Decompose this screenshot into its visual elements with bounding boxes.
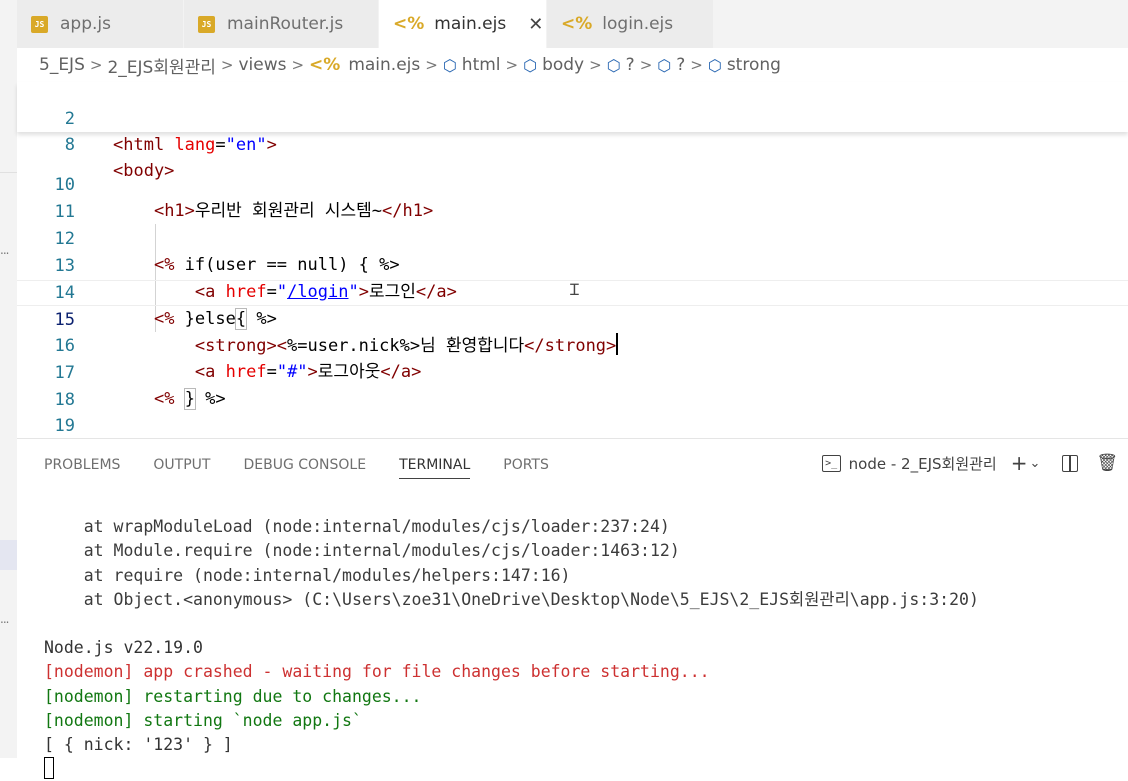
tab-output[interactable]: OUTPUT	[153, 439, 210, 491]
chevron-right-icon: >	[505, 56, 519, 74]
chevron-right-icon: >	[220, 56, 234, 74]
terminal-icon: >_	[821, 454, 841, 472]
breadcrumb-item[interactable]: ?	[626, 55, 635, 75]
symbol-element-icon: ⬡	[707, 55, 722, 75]
breadcrumb-item[interactable]: main.ejs	[348, 55, 420, 75]
symbol-element-icon: ⬡	[606, 55, 621, 75]
ejs-file-icon: <%	[561, 14, 593, 34]
code-line[interactable]: 13 <a href="/login">로그인</a>	[17, 227, 1128, 302]
chevron-right-icon: >	[589, 56, 602, 74]
line-code: <body>	[113, 161, 175, 181]
breadcrumb-item[interactable]: body	[542, 55, 584, 75]
js-file-icon: JS	[198, 15, 215, 33]
terminal-line: at require (node:internal/modules/helper…	[44, 565, 571, 585]
terminal-line: Node.js v22.19.0	[44, 638, 203, 658]
code-line[interactable]: 17 <% } %>	[17, 334, 1128, 410]
tab-problems[interactable]: PROBLEMS	[44, 439, 120, 491]
code-line[interactable]: 18	[17, 361, 1128, 410]
symbol-element-icon: ⬡	[442, 55, 457, 75]
terminal-name[interactable]: node - 2_EJS회원관리	[849, 453, 997, 474]
terminal-line: at Module.require (node:internal/modules…	[44, 541, 680, 561]
code-editor[interactable]: 2 <html lang="en"> 8 <body> 10 <h1>우리반 회…	[17, 80, 1128, 488]
tab-app-js[interactable]: JS app.js	[17, 0, 184, 48]
tab-mainrouter-js[interactable]: JS mainRouter.js	[184, 0, 379, 48]
chevron-right-icon: >	[639, 56, 653, 74]
tab-label: login.ejs	[602, 14, 674, 34]
terminal-line: at wrapModuleLoad (node:internal/modules…	[44, 517, 670, 537]
terminal-output[interactable]: at wrapModuleLoad (node:internal/modules…	[44, 491, 1124, 781]
tab-ports[interactable]: PORTS	[503, 439, 549, 491]
breadcrumb-item[interactable]: 2_EJS회원관리	[107, 53, 215, 78]
terminal-line: [nodemon] restarting due to changes...	[44, 686, 422, 706]
line-code: <html lang="en">	[113, 135, 277, 155]
split-terminal-icon[interactable]	[1062, 454, 1079, 472]
js-file-icon: JS	[31, 15, 48, 33]
mouse-ibeam-icon: Ɪ	[570, 280, 579, 299]
tab-terminal[interactable]: TERMINAL	[399, 439, 471, 491]
breadcrumb-item[interactable]: 5_EJS	[39, 55, 85, 75]
bottom-panel: PROBLEMS OUTPUT DEBUG CONSOLE TERMINAL P…	[17, 438, 1128, 780]
breadcrumb-item[interactable]: strong	[727, 55, 781, 75]
divider	[0, 172, 17, 173]
breadcrumb-item[interactable]: ?	[676, 55, 685, 75]
code-line[interactable]: 11	[17, 173, 1128, 222]
tab-label: app.js	[60, 14, 111, 34]
code-line[interactable]: 2 <html lang="en">	[17, 80, 1128, 155]
tab-label: mainRouter.js	[227, 14, 344, 34]
terminal-line: at Object.<anonymous> (C:\Users\zoe31\On…	[44, 589, 979, 609]
terminal-line: [nodemon] starting `node app.js`	[44, 710, 362, 730]
code-line[interactable]: 16 <a href="#">로그아웃</a>	[17, 307, 1128, 382]
code-line[interactable]: 20 </body>	[17, 413, 1128, 488]
chevron-right-icon: >	[89, 56, 103, 74]
terminal-line: [nodemon] app crashed - waiting for file…	[44, 662, 710, 682]
sidebar-selection	[0, 540, 17, 570]
more-icon[interactable]: ...	[0, 612, 10, 626]
code-line[interactable]: 12 <% if(user == null) { %>	[17, 200, 1128, 275]
editor-tab-bar: JS app.js JS mainRouter.js <% main.ejs ✕…	[17, 0, 1128, 48]
ejs-file-icon: <%	[393, 14, 425, 34]
breadcrumb-item[interactable]: views	[238, 55, 286, 75]
chevron-right-icon: >	[690, 56, 703, 74]
sticky-scroll-header[interactable]: 2 <html lang="en"> 8 <body>	[17, 80, 1128, 181]
terminal-cursor	[44, 757, 54, 780]
activity-bar-edge: ... ...	[0, 0, 17, 758]
breadcrumb: 5_EJS > 2_EJS회원관리 > views > <% main.ejs …	[17, 48, 1128, 82]
tab-debug-console[interactable]: DEBUG CONSOLE	[243, 439, 366, 491]
code-line[interactable]: 19	[17, 387, 1128, 436]
code-line[interactable]: 8 <body>	[17, 106, 1128, 181]
close-icon[interactable]: ✕	[528, 14, 543, 35]
chevron-down-icon[interactable]: ⌄	[1030, 456, 1041, 471]
tab-main-ejs[interactable]: <% main.ejs ✕	[379, 0, 547, 48]
tab-label: main.ejs	[434, 14, 507, 34]
code-line[interactable]: 14 <% }else{ %>	[17, 254, 1128, 330]
chevron-right-icon: >	[425, 56, 438, 74]
trash-icon[interactable]: 🗑	[1096, 453, 1118, 473]
terminal-actions: >_ node - 2_EJS회원관리 + ⌄ 🗑	[821, 451, 1118, 475]
breadcrumb-item[interactable]: html	[462, 55, 501, 75]
ejs-file-icon: <%	[309, 55, 341, 75]
symbol-element-icon: ⬡	[523, 55, 538, 75]
symbol-element-icon: ⬡	[657, 55, 672, 75]
add-terminal-icon[interactable]: +	[1011, 451, 1028, 475]
more-icon[interactable]: ...	[0, 243, 10, 257]
tab-login-ejs[interactable]: <% login.ejs	[547, 0, 714, 48]
chevron-right-icon: >	[291, 56, 305, 74]
terminal-line: [ { nick: '123' } ]	[44, 735, 233, 755]
line-number: 8	[64, 135, 75, 155]
